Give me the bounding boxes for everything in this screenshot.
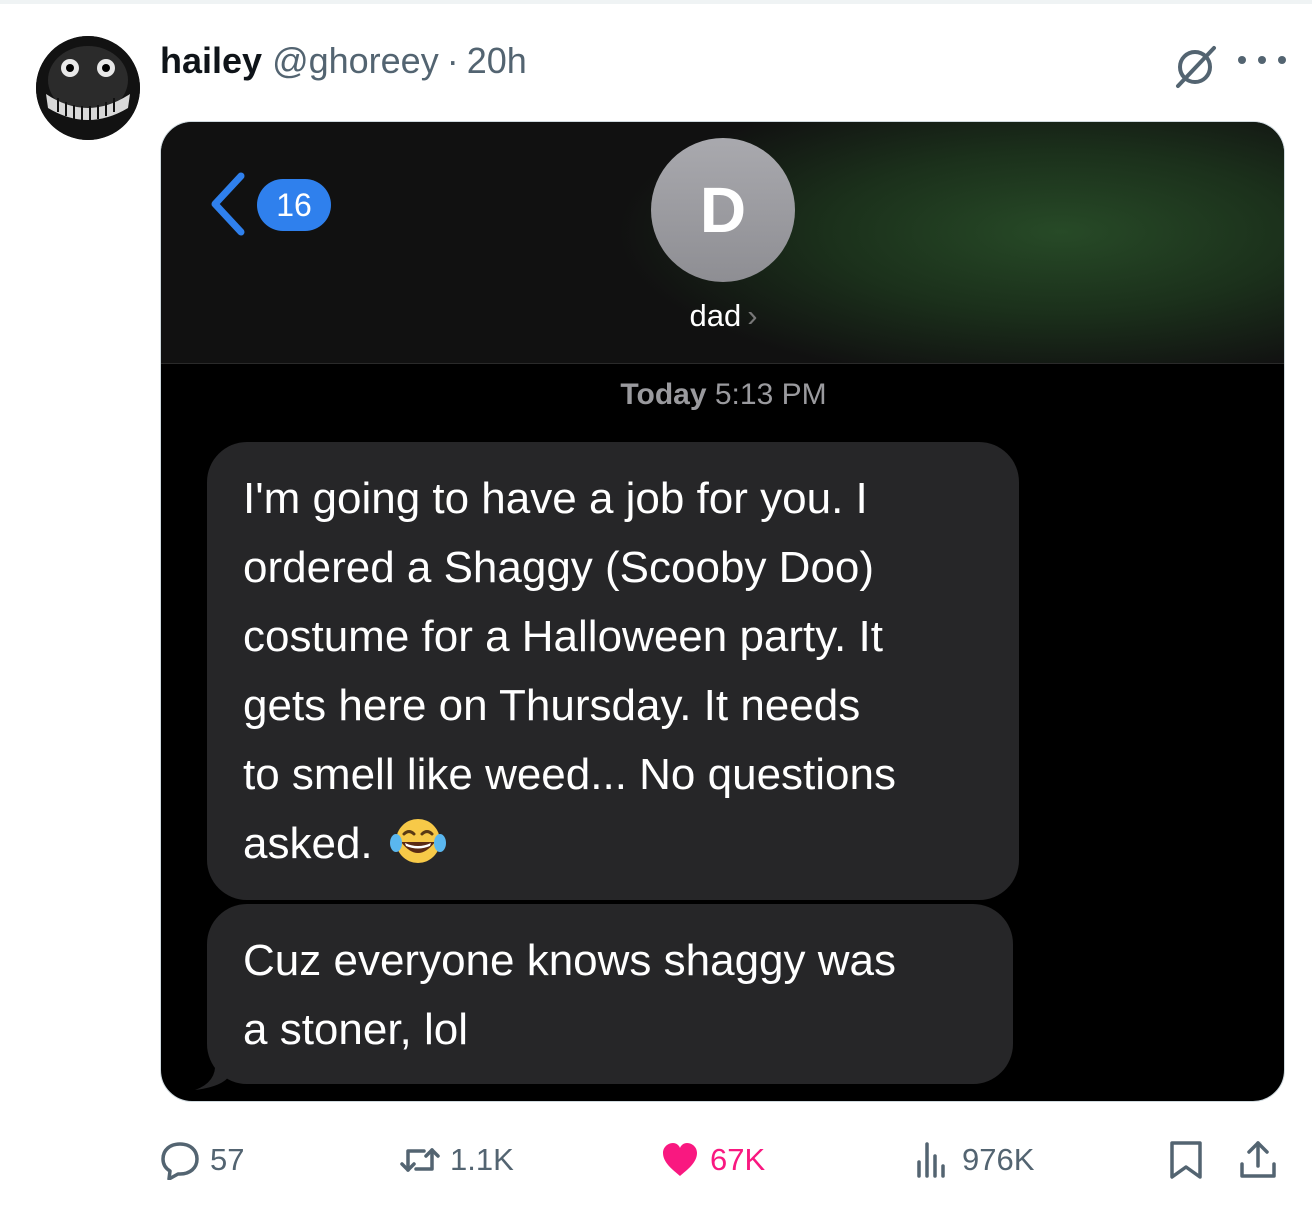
contact-avatar[interactable]: D [651, 138, 795, 282]
message-bubble: I'm going to have a job for you. I order… [207, 442, 1019, 900]
bookmark-icon [1170, 1141, 1202, 1179]
views-icon [917, 1142, 945, 1178]
message-bubble: Cuz everyone knows shaggy was a stoner, … [207, 904, 1013, 1084]
tweet-actions: 57 1.1K 67K 976K [160, 1134, 1290, 1186]
more-options-icon[interactable] [1238, 40, 1286, 80]
tweet-time[interactable]: 20h [467, 40, 527, 82]
face-with-tears-of-joy-icon [389, 819, 446, 863]
views-count: 976K [962, 1142, 1035, 1177]
message-line: asked. [243, 819, 373, 868]
repost-button[interactable]: 1.1K [400, 1134, 514, 1186]
reply-button[interactable]: 57 [160, 1134, 244, 1186]
timestamp-time: 5:13 PM [714, 378, 827, 411]
message-line: I'm going to have a job for you. I [243, 474, 868, 523]
reply-count: 57 [210, 1142, 245, 1177]
display-name[interactable]: hailey [160, 40, 262, 82]
repost-icon [400, 1148, 440, 1172]
user-avatar[interactable] [36, 36, 140, 140]
bubble-tail [195, 1042, 231, 1090]
top-divider [0, 0, 1312, 4]
message-line: ordered a Shaggy (Scooby Doo) [243, 543, 875, 592]
header-separator: · [446, 40, 459, 81]
timestamp-day: Today [620, 378, 707, 411]
message-line-with-emoji: asked. [243, 809, 983, 878]
message-line: costume for a Halloween party. It [243, 612, 883, 661]
messages-header: 16 D dad › [161, 122, 1284, 364]
message-line: gets here on Thursday. It needs [243, 681, 861, 730]
tweet-header: hailey @ghoreey · 20h [160, 38, 527, 84]
bookmark-button[interactable] [1166, 1134, 1216, 1186]
message-line: to smell like weed... No questions [243, 750, 896, 799]
message-line: a stoner, lol [243, 1005, 469, 1054]
grok-icon[interactable] [1172, 44, 1218, 90]
message-line: Cuz everyone knows shaggy was [243, 936, 896, 985]
user-handle[interactable]: @ghoreey [272, 40, 439, 82]
views-button[interactable]: 976K [912, 1134, 1034, 1186]
repost-count: 1.1K [450, 1142, 514, 1177]
message-timestamp: Today 5:13 PM [161, 378, 1284, 412]
tweet-media[interactable]: 16 D dad › Today 5:13 PM I'm going to hav… [160, 121, 1285, 1102]
reply-icon [161, 1142, 199, 1180]
back-chevron-icon[interactable] [207, 172, 247, 236]
share-icon [1240, 1141, 1276, 1178]
contact-name-label: dad [689, 298, 742, 333]
contact-name[interactable]: dad › [161, 298, 1284, 334]
like-button[interactable]: 67K [660, 1134, 765, 1186]
like-count: 67K [710, 1142, 766, 1177]
share-button[interactable] [1238, 1134, 1288, 1186]
unread-count-badge[interactable]: 16 [257, 179, 331, 231]
chevron-right-icon: › [747, 298, 758, 333]
heart-icon [663, 1143, 697, 1176]
